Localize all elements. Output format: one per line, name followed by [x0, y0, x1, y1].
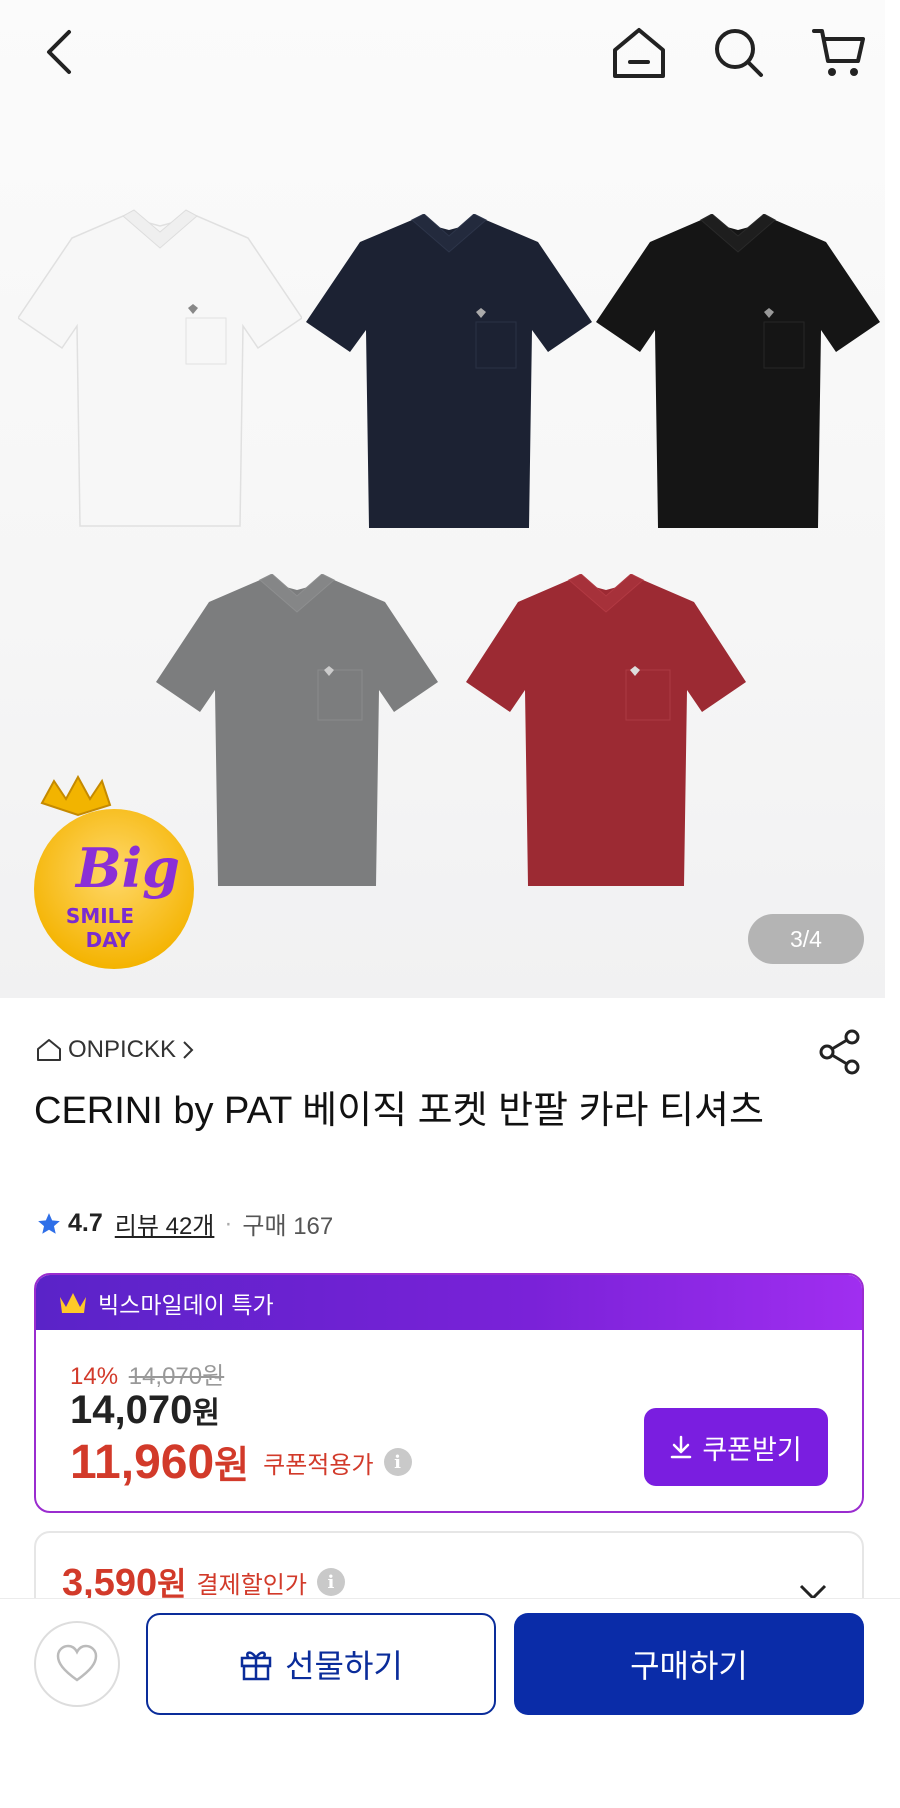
sale-price-value: 14,070 — [70, 1388, 193, 1432]
shirt-image-white — [18, 209, 302, 527]
seller-name: ONPICKK — [68, 1036, 177, 1063]
rating-summary: 4.7 리뷰 42개 · 구매 167 — [36, 1206, 333, 1241]
shirt-image-red — [466, 574, 746, 886]
share-icon — [819, 1029, 860, 1075]
gallery-page-indicator: 3/4 — [748, 914, 864, 964]
get-coupon-label: 쿠폰받기 — [702, 1434, 802, 1465]
separator-dot: · — [224, 1209, 233, 1237]
star-icon — [38, 1212, 60, 1234]
info-icon[interactable]: i — [316, 1568, 345, 1596]
discount-row: 14% 14,070원 — [70, 1356, 224, 1391]
rating-score: 4.7 — [68, 1209, 103, 1237]
chevron-left-icon — [47, 30, 71, 74]
share-button[interactable] — [818, 1028, 862, 1076]
sales-count: 구매 167 — [242, 1213, 334, 1240]
coupon-price-label: 쿠폰적용가 — [263, 1451, 374, 1479]
sale-price: 14,070원 — [70, 1388, 220, 1433]
heart-icon — [56, 1644, 98, 1682]
gift-icon — [240, 1651, 272, 1681]
special-deal-box: 빅스마일데이 특가 14% 14,070원 14,070원 11,960원 쿠폰… — [34, 1273, 864, 1513]
info-icon[interactable]: i — [383, 1448, 412, 1476]
buy-label: 구매하기 — [630, 1648, 748, 1684]
cart-button[interactable] — [804, 18, 874, 88]
gift-label: 선물하기 — [285, 1648, 403, 1684]
crown-icon — [40, 775, 112, 817]
payment-price-label: 결제할인가 — [196, 1571, 307, 1599]
sale-price-unit: 원 — [192, 1397, 220, 1430]
discount-percent: 14% — [70, 1363, 119, 1390]
download-icon — [671, 1435, 692, 1459]
gift-button[interactable]: 선물하기 — [146, 1613, 496, 1715]
svg-text:SMILE: SMILE — [66, 904, 134, 928]
coupon-price-value: 11,960원 — [70, 1436, 250, 1489]
get-coupon-button[interactable]: 쿠폰받기 — [644, 1408, 828, 1486]
home-button[interactable] — [604, 18, 674, 88]
big-smile-day-badge: Big SMILE DAY — [34, 775, 194, 969]
reviews-link[interactable]: 리뷰 42개 — [115, 1206, 215, 1241]
svg-text:DAY: DAY — [86, 928, 131, 952]
svg-text:Big: Big — [74, 836, 180, 900]
product-title: CERINI by PAT 베이직 포켓 반팔 카라 티셔츠 — [34, 1090, 764, 1132]
chevron-right-icon — [183, 1041, 194, 1059]
seller-link[interactable]: ONPICKK — [36, 1036, 194, 1064]
wishlist-button[interactable] — [34, 1621, 120, 1707]
back-button[interactable] — [30, 22, 86, 82]
coupon-price: 11,960원 쿠폰적용가 i — [70, 1434, 412, 1490]
deal-header: 빅스마일데이 특가 — [36, 1275, 862, 1330]
bottom-action-bar: 선물하기 구매하기 — [0, 1598, 900, 1808]
product-image-gallery[interactable]: Big SMILE DAY 3/4 — [0, 0, 885, 998]
home-icon — [613, 28, 665, 78]
original-price: 14,070원 — [128, 1363, 225, 1390]
store-home-icon — [37, 1039, 61, 1061]
shirt-image-navy — [306, 214, 592, 528]
crown-icon — [60, 1292, 86, 1313]
shirt-image-black — [596, 214, 880, 528]
search-button[interactable] — [704, 18, 774, 88]
buy-button[interactable]: 구매하기 — [514, 1613, 864, 1715]
search-icon — [715, 29, 763, 77]
top-navigation-bar — [0, 0, 900, 104]
cart-icon — [812, 29, 865, 76]
deal-header-label: 빅스마일데이 특가 — [98, 1291, 274, 1318]
